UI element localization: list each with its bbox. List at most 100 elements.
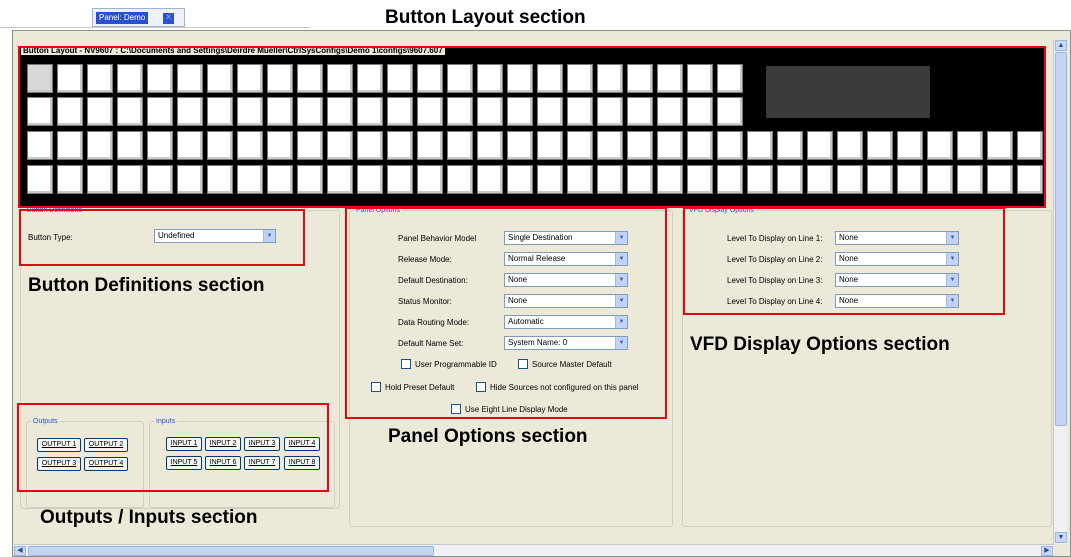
panel-button[interactable] (507, 64, 533, 93)
input-1-button[interactable]: INPUT 1 (166, 437, 202, 451)
panel-button[interactable] (177, 64, 203, 93)
panel-button[interactable] (1017, 131, 1043, 160)
panel-button[interactable] (357, 165, 383, 194)
panel-button[interactable] (687, 64, 713, 93)
vertical-scroll-thumb[interactable] (1055, 52, 1067, 426)
chevron-down-icon[interactable]: ▼ (615, 274, 627, 286)
arrow-up-icon[interactable]: ▲ (1055, 40, 1067, 51)
panel-button[interactable] (477, 97, 503, 126)
source-master-default-checkbox[interactable] (518, 359, 528, 369)
panel-button[interactable] (867, 131, 893, 160)
arrow-right-icon[interactable]: ▶ (1041, 546, 1053, 556)
panel-button[interactable] (57, 131, 83, 160)
panel-button[interactable] (297, 131, 323, 160)
panel-button[interactable] (117, 97, 143, 126)
panel-button[interactable] (87, 97, 113, 126)
chevron-down-icon[interactable]: ▼ (946, 274, 958, 286)
panel-button[interactable] (207, 64, 233, 93)
panel-button[interactable] (297, 165, 323, 194)
panel-button[interactable] (657, 131, 683, 160)
panel-button[interactable] (657, 165, 683, 194)
panel-button[interactable] (417, 131, 443, 160)
panel-button[interactable] (417, 64, 443, 93)
panel-button[interactable] (807, 131, 833, 160)
panel-button[interactable] (327, 97, 353, 126)
default-name-set-select[interactable]: System Name: 0 ▼ (504, 336, 628, 350)
panel-button[interactable] (837, 131, 863, 160)
panel-button[interactable] (57, 165, 83, 194)
chevron-down-icon[interactable]: ▼ (946, 295, 958, 307)
panel-button[interactable] (597, 131, 623, 160)
panel-button[interactable] (27, 131, 53, 160)
panel-button[interactable] (237, 64, 263, 93)
panel-button[interactable] (987, 165, 1013, 194)
panel-button[interactable] (537, 64, 563, 93)
panel-button[interactable] (57, 64, 83, 93)
panel-button[interactable] (687, 131, 713, 160)
panel-button[interactable] (417, 97, 443, 126)
panel-button[interactable] (87, 165, 113, 194)
vfd-line-2-select[interactable]: None ▼ (835, 252, 959, 266)
panel-button[interactable] (717, 165, 743, 194)
input-2-button[interactable]: INPUT 2 (205, 437, 241, 451)
chevron-down-icon[interactable]: ▼ (946, 253, 958, 265)
button-type-select[interactable]: Undefined ▼ (154, 229, 276, 243)
panel-button[interactable] (747, 165, 773, 194)
panel-button[interactable] (537, 165, 563, 194)
panel-button[interactable] (267, 64, 293, 93)
panel-button[interactable] (207, 131, 233, 160)
panel-button[interactable] (657, 64, 683, 93)
chevron-down-icon[interactable]: ▼ (946, 232, 958, 244)
panel-button[interactable] (357, 64, 383, 93)
vfd-line-4-select[interactable]: None ▼ (835, 294, 959, 308)
panel-button[interactable] (567, 97, 593, 126)
panel-button[interactable] (897, 131, 923, 160)
panel-button[interactable] (717, 131, 743, 160)
panel-button[interactable] (537, 131, 563, 160)
panel-button[interactable] (297, 97, 323, 126)
panel-button[interactable] (957, 165, 983, 194)
panel-button[interactable] (387, 97, 413, 126)
panel-button[interactable] (477, 64, 503, 93)
data-routing-mode-select[interactable]: Automatic ▼ (504, 315, 628, 329)
horizontal-scrollbar[interactable]: ◀ ▶ (14, 544, 1054, 556)
panel-button[interactable] (897, 165, 923, 194)
panel-button[interactable] (267, 165, 293, 194)
eight-line-display-checkbox[interactable] (451, 404, 461, 414)
default-destination-select[interactable]: None ▼ (504, 273, 628, 287)
output-3-button[interactable]: OUTPUT 3 (37, 457, 81, 471)
panel-button[interactable] (627, 131, 653, 160)
input-5-button[interactable]: INPUT 5 (166, 456, 202, 470)
panel-button[interactable] (447, 165, 473, 194)
panel-tab[interactable]: Panel: Demo × (92, 8, 185, 27)
close-icon[interactable]: × (163, 13, 174, 24)
hide-sources-checkbox[interactable] (476, 382, 486, 392)
panel-tab-label[interactable]: Panel: Demo (96, 12, 149, 24)
arrow-left-icon[interactable]: ◀ (14, 546, 26, 556)
panel-button[interactable] (477, 165, 503, 194)
panel-button[interactable] (357, 97, 383, 126)
panel-button[interactable] (177, 165, 203, 194)
chevron-down-icon[interactable]: ▼ (263, 230, 275, 242)
chevron-down-icon[interactable]: ▼ (615, 232, 627, 244)
panel-button[interactable] (117, 131, 143, 160)
chevron-down-icon[interactable]: ▼ (615, 337, 627, 349)
panel-button[interactable] (237, 97, 263, 126)
panel-button[interactable] (627, 64, 653, 93)
panel-button[interactable] (447, 97, 473, 126)
input-3-button[interactable]: INPUT 3 (244, 437, 280, 451)
panel-button[interactable] (567, 64, 593, 93)
input-7-button[interactable]: INPUT 7 (244, 456, 280, 470)
input-6-button[interactable]: INPUT 6 (205, 456, 241, 470)
panel-button[interactable] (87, 131, 113, 160)
chevron-down-icon[interactable]: ▼ (615, 316, 627, 328)
panel-button[interactable] (387, 165, 413, 194)
panel-button[interactable] (147, 97, 173, 126)
panel-button[interactable] (207, 97, 233, 126)
vfd-line-1-select[interactable]: None ▼ (835, 231, 959, 245)
panel-button[interactable] (597, 165, 623, 194)
panel-button[interactable] (927, 165, 953, 194)
panel-button[interactable] (567, 131, 593, 160)
panel-button[interactable] (117, 165, 143, 194)
panel-button[interactable] (27, 97, 53, 126)
